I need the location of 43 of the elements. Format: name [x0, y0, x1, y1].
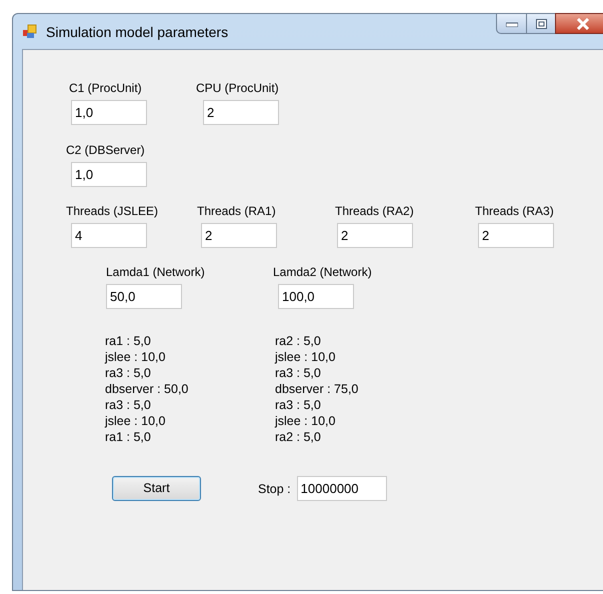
path-step-text: jslee : 10,0: [105, 413, 166, 429]
input-field[interactable]: 2: [337, 223, 413, 248]
input-field[interactable]: 4: [71, 223, 147, 248]
minimize-button[interactable]: [496, 13, 527, 34]
field-label: Threads (RA1): [197, 203, 276, 219]
path-step-text: ra1 : 5,0: [105, 333, 151, 349]
input-field[interactable]: 10000000: [296, 476, 387, 501]
field-label: C1 (ProcUnit): [69, 80, 142, 96]
path-step-text: ra2 : 5,0: [275, 333, 321, 349]
input-field[interactable]: 2: [478, 223, 554, 248]
maximize-icon: [536, 18, 546, 28]
path-step-text: ra3 : 5,0: [275, 397, 321, 413]
input-field[interactable]: 2: [201, 223, 277, 248]
minimize-icon: [506, 20, 518, 26]
field-label: Threads (RA2): [335, 203, 414, 219]
path-step-text: dbserver : 75,0: [275, 381, 358, 397]
field-label: Threads (RA3): [475, 203, 554, 219]
path-step-text: ra1 : 5,0: [105, 429, 151, 445]
app-icon: [22, 24, 38, 40]
path-step-text: ra3 : 5,0: [275, 365, 321, 381]
input-field[interactable]: 2: [203, 100, 279, 125]
close-button[interactable]: [555, 13, 603, 34]
field-label: C2 (DBServer): [66, 142, 145, 158]
input-field[interactable]: 1,0: [71, 100, 147, 125]
stop-label: Stop :: [258, 481, 291, 498]
path-step-text: jslee : 10,0: [275, 413, 336, 429]
path-step-text: ra2 : 5,0: [275, 429, 321, 445]
path-step-text: ra3 : 5,0: [105, 397, 151, 413]
close-icon: [576, 18, 590, 30]
window-title: Simulation model parameters: [46, 23, 228, 41]
input-field[interactable]: 50,0: [106, 284, 182, 309]
field-label: Threads (JSLEE): [66, 203, 158, 219]
field-label: Lamda2 (Network): [273, 264, 372, 280]
path-step-text: jslee : 10,0: [105, 349, 166, 365]
maximize-button[interactable]: [527, 13, 555, 34]
path-step-text: ra3 : 5,0: [105, 365, 151, 381]
field-label: CPU (ProcUnit): [196, 80, 279, 96]
path-step-text: jslee : 10,0: [275, 349, 336, 365]
start-button[interactable]: Start: [112, 476, 201, 501]
path-step-text: dbserver : 50,0: [105, 381, 188, 397]
input-field[interactable]: 100,0: [278, 284, 354, 309]
input-field[interactable]: 1,0: [71, 162, 147, 187]
field-label: Lamda1 (Network): [106, 264, 205, 280]
